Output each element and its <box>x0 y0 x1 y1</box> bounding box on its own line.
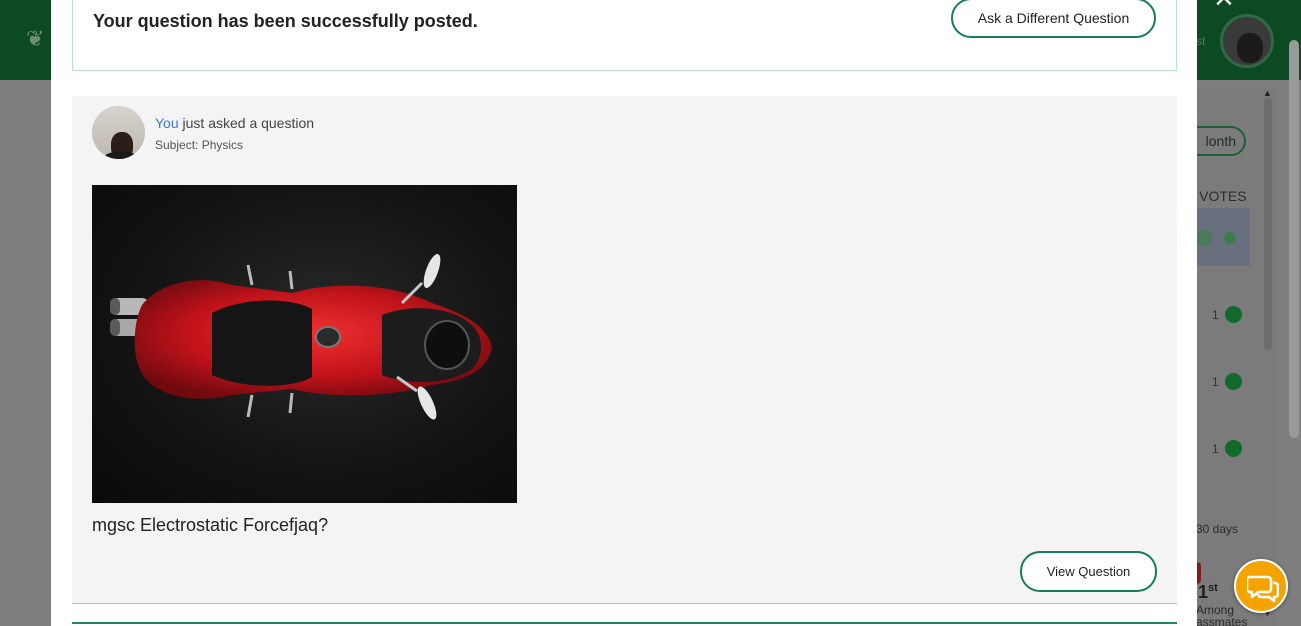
vote-count: 1 <box>1212 375 1219 389</box>
vote-count: 1 <box>1212 442 1219 456</box>
vote-count: 1 <box>1212 308 1219 322</box>
vote-row: 1 <box>1208 305 1248 325</box>
view-question-button[interactable]: View Question <box>1020 551 1157 592</box>
asked-text: just asked a question <box>178 115 315 131</box>
header-nav-text[interactable]: st <box>1196 34 1205 48</box>
panel-scrollbar[interactable]: ▲ ▼ <box>1262 88 1274 626</box>
chat-button[interactable] <box>1234 559 1288 613</box>
vote-row: 1 <box>1208 372 1248 392</box>
success-message: Your question has been successfully post… <box>93 11 478 31</box>
rank-caption: Among assmates <box>1196 603 1248 626</box>
logo-icon: ❦ <box>26 26 45 51</box>
page-scrollbar-thumb[interactable] <box>1289 40 1299 438</box>
period-label: 30 days <box>1196 522 1239 536</box>
question-image <box>92 185 517 503</box>
avatar <box>92 106 145 159</box>
vote-row: 1 <box>1208 439 1248 459</box>
user-avatar[interactable] <box>1220 14 1274 68</box>
divider <box>72 622 1177 626</box>
close-icon[interactable]: × <box>1214 0 1254 15</box>
smiley-icon <box>1225 306 1242 323</box>
subject-label: Subject: Physics <box>155 138 244 152</box>
ask-different-question-button[interactable]: Ask a Different Question <box>951 0 1156 38</box>
rank-value: 1st <box>1198 582 1218 602</box>
scroll-up-icon[interactable]: ▲ <box>1263 88 1272 98</box>
smiley-icon <box>1225 373 1242 390</box>
motorcycle-icon <box>110 253 492 420</box>
smiley-icon <box>1225 440 1242 457</box>
question-text: mgsc Electrostatic Forcefjaq? <box>92 515 329 535</box>
asker-link[interactable]: You <box>155 115 179 131</box>
chat-bubbles-icon <box>1247 575 1279 603</box>
asked-line: You just asked a question <box>155 115 314 131</box>
